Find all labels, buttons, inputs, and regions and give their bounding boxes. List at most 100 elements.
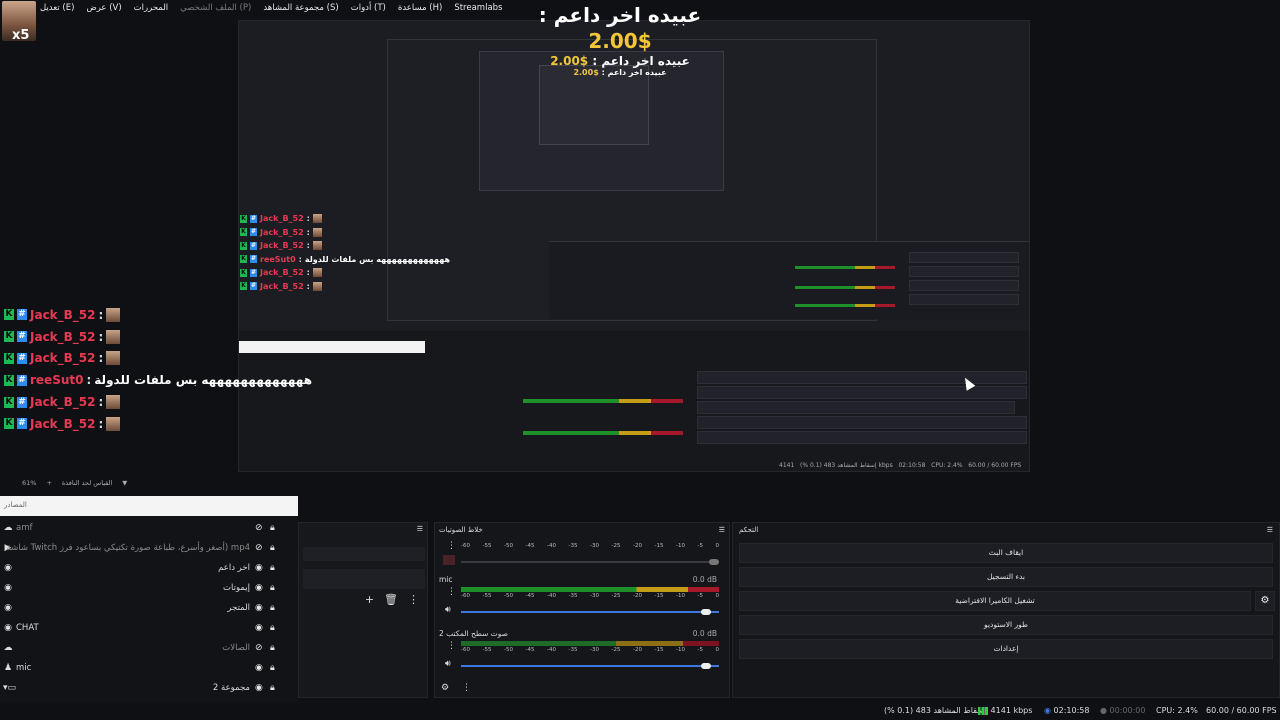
speaker-icon[interactable]: 🔊︎ bbox=[445, 605, 451, 615]
lock-icon[interactable]: 🔒︎ bbox=[270, 583, 280, 593]
source-item[interactable]: ▾▭ مجموعة 2 ◉ 🔒︎ bbox=[0, 678, 290, 698]
level-meter bbox=[461, 641, 719, 646]
panel-menu-icon[interactable]: ☰ bbox=[1267, 526, 1273, 534]
lock-icon[interactable]: 🔒︎ bbox=[270, 683, 280, 693]
volume-slider[interactable] bbox=[461, 611, 719, 613]
source-item[interactable]: ◉ CHAT ◉ 🔒︎ bbox=[0, 618, 290, 638]
speaker-icon[interactable]: 🔊︎ bbox=[445, 659, 451, 669]
menu-tools[interactable]: أدوات (T) bbox=[351, 3, 386, 13]
zoom-bar: 61% + القياس لحد النافذة ▼ bbox=[0, 476, 298, 490]
panel-menu-icon[interactable]: ☰ bbox=[299, 523, 427, 535]
volume-knob[interactable] bbox=[701, 663, 711, 669]
zoom-dropdown-icon[interactable]: ▼ bbox=[122, 479, 127, 487]
mixer-title: خلاط الصوتيات bbox=[439, 526, 483, 534]
cpu-usage: CPU: 2.4% bbox=[1156, 706, 1198, 715]
duration-field[interactable] bbox=[303, 569, 425, 589]
volume-knob[interactable] bbox=[709, 559, 719, 565]
panel-menu-icon[interactable]: ☰ bbox=[719, 526, 725, 534]
source-item[interactable]: ☁ amf ⊘ 🔒︎ bbox=[0, 518, 290, 538]
lock-icon[interactable]: 🔒︎ bbox=[270, 643, 280, 653]
zoom-plus-button[interactable]: + bbox=[46, 479, 51, 487]
chat-line: K # Jack_B_52 : bbox=[240, 212, 450, 226]
more-icon[interactable]: ⋮ bbox=[447, 541, 456, 551]
viewer-badge: x5 bbox=[12, 28, 30, 43]
lock-icon[interactable]: 🔒︎ bbox=[270, 523, 280, 533]
lock-icon[interactable]: 🔒︎ bbox=[270, 603, 280, 613]
eye-icon[interactable]: ◉ bbox=[255, 603, 265, 613]
donation-alert: عبيده اخر داعم : $2.00 عبيده اخر داعم : … bbox=[538, 3, 702, 77]
nested-status: إسقاط المشاهد 483 (0.1 %) 4141 kbps 02:1… bbox=[779, 462, 1022, 469]
menu-profile[interactable]: الملف الشخصي (P) bbox=[180, 3, 251, 13]
hidden-eye-icon[interactable]: ⊘ bbox=[255, 643, 265, 653]
chat-line: K # reeSut0 : هههههههههههههه بس ملفات للدول… bbox=[4, 373, 313, 388]
eye-icon[interactable]: ◉ bbox=[255, 663, 265, 673]
studio-mode-button[interactable]: طور الاستوديو bbox=[739, 615, 1273, 635]
eye-icon[interactable]: ◉ bbox=[255, 623, 265, 633]
menu-scene-collection[interactable]: مجموعة المشاهد (S) bbox=[263, 3, 338, 13]
sources-panel: المصادر ☁ amf ⊘ 🔒︎ ▶ شاشة Twitch أصغر وأ… bbox=[0, 496, 298, 720]
eye-icon[interactable]: ◉ bbox=[255, 563, 265, 573]
sources-list: ☁ amf ⊘ 🔒︎ ▶ شاشة Twitch أصغر وأسرع، طبا… bbox=[0, 518, 290, 698]
status-bar: إسقاط المشاهد 483 (0.1 %) 4141 kbps ◉ 02… bbox=[0, 702, 1280, 720]
chat-line: K # Jack_B_52 : bbox=[240, 239, 450, 253]
globe-icon: ◉ bbox=[4, 563, 12, 573]
mixer-channel: mic 0.0 dB ⋮ -60 -55 -50 -45 -40 -35 -30 -25 -20… bbox=[439, 575, 719, 615]
menu-streamlabs[interactable]: Streamlabs bbox=[454, 3, 502, 13]
level-meter bbox=[461, 587, 719, 592]
source-item[interactable]: ◉ إيموتات ◉ 🔒︎ bbox=[0, 578, 290, 598]
controls-panel: التحكم ☰ ايقاف البث بدء التسجيل تشغيل ال… bbox=[732, 522, 1280, 698]
start-recording-button[interactable]: بدء التسجيل bbox=[739, 567, 1273, 587]
menu-edit[interactable]: تعديل (E) bbox=[40, 3, 74, 13]
source-item[interactable]: ◉ اخر داعم ◉ 🔒︎ bbox=[0, 558, 290, 578]
sources-header: المصادر bbox=[0, 496, 298, 516]
hidden-eye-icon[interactable]: ⊘ bbox=[255, 523, 265, 533]
lock-icon[interactable]: 🔒︎ bbox=[270, 563, 280, 573]
audio-mixer: خلاط الصوتيات ☰ ⋮ -60 -55 -50 -45 -40 -35 -30-… bbox=[434, 522, 730, 698]
eye-icon[interactable]: ◉ bbox=[255, 583, 265, 593]
source-item[interactable]: ♟ mic ◉ 🔒︎ bbox=[0, 658, 290, 678]
chat-line: K # Jack_B_52 : bbox=[4, 413, 312, 435]
menu-help[interactable]: مساعدة (H) bbox=[398, 3, 442, 13]
stop-stream-button[interactable]: ايقاف البث bbox=[739, 543, 1273, 563]
source-item[interactable]: ◉ المتجر ◉ 🔒︎ bbox=[0, 598, 290, 618]
nested-bottom-dock bbox=[239, 331, 1029, 471]
zoom-fit-label: القياس لحد النافذة bbox=[61, 479, 113, 487]
add-icon[interactable]: + bbox=[365, 593, 374, 606]
source-item[interactable]: ☁ الصالات ⊘ 🔒︎ bbox=[0, 638, 290, 658]
trash-icon[interactable]: 🗑︎ bbox=[384, 593, 398, 606]
mute-button[interactable] bbox=[443, 555, 455, 565]
hidden-eye-icon[interactable]: ⊘ bbox=[255, 543, 265, 553]
globe-icon: ◉ bbox=[4, 583, 12, 593]
globe-icon: ◉ bbox=[4, 623, 12, 633]
volume-slider[interactable] bbox=[461, 665, 719, 667]
volume-slider[interactable] bbox=[461, 561, 719, 563]
more-icon[interactable]: ⋮ bbox=[447, 587, 456, 597]
chat-line: K # Jack_B_52 : bbox=[4, 391, 312, 413]
menu-view[interactable]: عرض (V) bbox=[86, 3, 121, 13]
lock-icon[interactable]: 🔒︎ bbox=[270, 623, 280, 633]
transition-select[interactable] bbox=[303, 547, 425, 561]
nested-dock bbox=[549, 241, 1029, 319]
volume-knob[interactable] bbox=[701, 609, 711, 615]
more-icon[interactable]: ⋮ bbox=[462, 683, 471, 693]
more-icon[interactable]: ⋮ bbox=[408, 593, 419, 606]
chat-line: K # Jack_B_52 : bbox=[4, 348, 312, 370]
chat-line: K # Jack_B_52 : bbox=[240, 226, 450, 240]
zoom-level[interactable]: 61% bbox=[22, 479, 36, 487]
rec-time: ● 00:00:00 bbox=[1100, 706, 1146, 715]
broadcast-icon: ◉ bbox=[1044, 706, 1051, 715]
eye-icon[interactable]: ◉ bbox=[255, 683, 265, 693]
cloud-icon: ☁ bbox=[3, 643, 13, 653]
more-icon[interactable]: ⋮ bbox=[447, 641, 456, 651]
dropped-frames: إسقاط المشاهد 483 (0.1 %) bbox=[884, 706, 987, 715]
gear-icon[interactable]: ⚙ bbox=[441, 683, 449, 693]
settings-button[interactable]: إعدادات bbox=[739, 639, 1273, 659]
lock-icon[interactable]: 🔒︎ bbox=[270, 663, 280, 673]
chat-line: K # Jack_B_52 : bbox=[240, 280, 450, 294]
virtual-camera-button[interactable]: تشغيل الكاميرا الافتراضية bbox=[739, 591, 1251, 611]
source-item[interactable]: ▶ شاشة Twitch أصغر وأسرع، طباعة صورة تكت… bbox=[0, 538, 290, 558]
mic-icon: ♟ bbox=[3, 663, 13, 673]
menu-docks[interactable]: المحررات bbox=[134, 3, 169, 13]
gear-icon[interactable]: ⚙ bbox=[1255, 591, 1275, 611]
lock-icon[interactable]: 🔒︎ bbox=[270, 543, 280, 553]
